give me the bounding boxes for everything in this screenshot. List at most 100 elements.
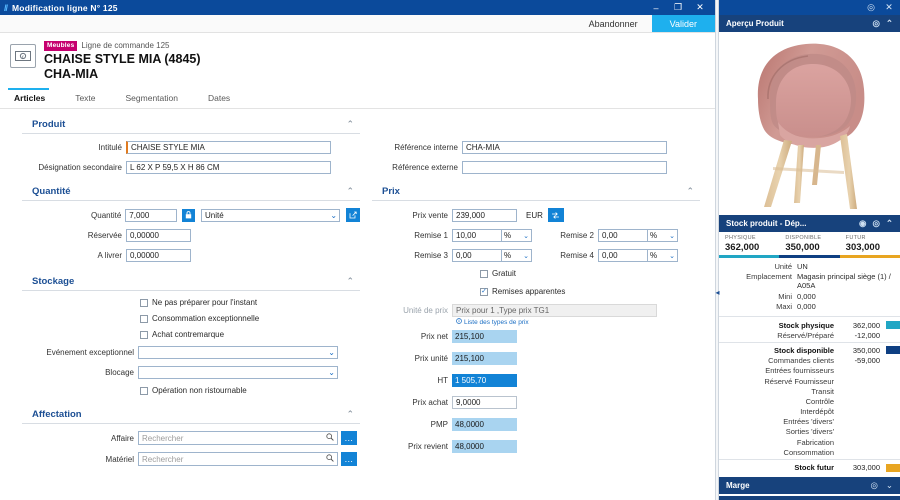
gear-icon[interactable]: ◎	[872, 18, 879, 29]
materiel-search-input[interactable]: Rechercher	[138, 452, 338, 467]
section-quantite-header[interactable]: Quantité ⌃	[22, 184, 360, 202]
tab-segmentation[interactable]: Segmentation	[124, 89, 192, 108]
ref-interne-input[interactable]: CHA-MIA	[462, 141, 667, 155]
unite-select[interactable]: Unité ⌄	[200, 208, 341, 222]
apercu-produit-title: Aperçu Produit	[726, 19, 784, 28]
checkbox-label: Achat contremarque	[152, 330, 225, 340]
stock-row-interdepot: Interdépôt	[719, 407, 900, 417]
alivrer-input[interactable]: 0,00000	[126, 249, 191, 263]
window-controls: – ❐ ✕	[645, 0, 711, 15]
currency-exchange-icon[interactable]	[547, 208, 564, 223]
liste-types-prix-link[interactable]: Liste des types de prix	[372, 318, 700, 326]
marge-header[interactable]: Marge ◎ ⌄	[719, 476, 900, 494]
tab-texte[interactable]: Texte	[73, 89, 109, 108]
field-blocage: Blocage ⌄	[22, 366, 360, 380]
panel-splitter[interactable]: ◂	[714, 0, 721, 500]
checkbox-ne-pas-preparer[interactable]: Ne pas préparer pour l'instant	[22, 298, 360, 307]
gear-icon[interactable]: ◎	[862, 2, 880, 13]
checkbox-achat-contremarque[interactable]: Achat contremarque	[22, 330, 360, 339]
remise3-unit-select[interactable]: % ⌄	[502, 249, 532, 263]
remise3-unit: %	[504, 251, 512, 261]
remise2-input[interactable]: 0,00	[598, 229, 648, 243]
stock-row-label: Entrées fournisseurs	[765, 366, 834, 376]
magnifier-icon[interactable]	[326, 454, 334, 464]
field-prix-net: Prix net 215,100	[372, 330, 700, 344]
chevron-up-icon[interactable]: ⌃	[886, 218, 893, 229]
prix-achat-label: Prix achat	[412, 398, 448, 408]
field-remise-1-2: Remise 1 10,00 % ⌄ Remise 2 0,00 % ⌄	[372, 229, 700, 243]
chevron-down-icon[interactable]: ⌄	[886, 480, 893, 491]
remise1-input[interactable]: 10,00	[452, 229, 502, 243]
meta-row-unite: Unité UN	[719, 262, 894, 271]
checkbox-gratuit[interactable]: Gratuit	[372, 269, 700, 278]
field-unite-de-prix: Unité de prix Prix pour 1 ,Type prix TG1	[372, 304, 700, 318]
checkbox-label: Consommation exceptionnelle	[152, 314, 260, 324]
chevron-up-icon[interactable]: ⌃	[346, 410, 354, 419]
document-header: € Meubles Ligne de commande 125 CHAISE S…	[0, 33, 715, 83]
remise3-input[interactable]: 0,00	[452, 249, 502, 263]
prix-net-value: 215,100	[452, 330, 517, 344]
derniere-vente-header[interactable]: Dernière vente ◎ ⌄	[719, 495, 900, 500]
close-icon[interactable]: ✕	[880, 2, 898, 13]
checkbox-remises-apparentes[interactable]: Remises apparentes	[372, 287, 700, 296]
field-reference-interne: Référence interne CHA-MIA	[372, 141, 700, 155]
minimize-icon[interactable]: –	[645, 0, 667, 15]
tab-articles[interactable]: Articles	[7, 88, 59, 108]
stock-row-bar	[886, 397, 900, 405]
chevron-up-icon[interactable]: ⌃	[346, 120, 354, 129]
checkbox-icon	[140, 314, 148, 323]
abandonner-button[interactable]: Abandonner	[574, 15, 652, 32]
lock-icon[interactable]	[181, 208, 195, 222]
evenement-select[interactable]: ⌄	[138, 346, 338, 360]
section-affectation-header[interactable]: Affectation ⌃	[22, 407, 360, 425]
kpi-physique-value: 362,000	[725, 242, 760, 253]
remise2-unit-select[interactable]: % ⌄	[648, 229, 678, 243]
section-produit-header[interactable]: Produit ⌃	[22, 117, 360, 135]
affaire-more-button[interactable]: …	[341, 431, 357, 446]
chevron-down-icon: ⌄	[523, 252, 529, 260]
remise1-unit-select[interactable]: % ⌄	[502, 229, 532, 243]
section-affectation: Affectation ⌃ Affaire Rechercher … Matér…	[22, 407, 360, 467]
checkbox-operation-non-ristournable[interactable]: Opération non ristournable	[22, 386, 360, 395]
affaire-search-input[interactable]: Rechercher	[138, 431, 338, 446]
chevron-up-icon[interactable]: ⌃	[886, 18, 893, 29]
collapse-panel-icon[interactable]: ◂	[714, 288, 721, 297]
section-prix-header[interactable]: Prix ⌃	[372, 184, 700, 202]
ref-externe-input[interactable]	[462, 161, 667, 175]
tab-dates[interactable]: Dates	[206, 89, 244, 108]
valider-button[interactable]: Valider	[651, 15, 715, 32]
blocage-select[interactable]: ⌄	[138, 366, 338, 380]
chevron-up-icon[interactable]: ⌃	[686, 187, 694, 196]
prix-achat-input[interactable]: 9,0000	[452, 396, 517, 410]
reservee-input[interactable]: 0,00000	[126, 229, 191, 243]
intitule-input[interactable]: CHAISE STYLE MIA	[126, 141, 331, 155]
checkbox-consommation-exceptionnelle[interactable]: Consommation exceptionnelle	[22, 314, 360, 323]
materiel-more-button[interactable]: …	[341, 452, 357, 467]
edit-square-icon[interactable]	[346, 208, 361, 223]
stock-row-bar	[886, 408, 900, 416]
designation-input[interactable]: L 62 X P 59,5 X H 86 CM	[126, 161, 331, 175]
prix-vente-input[interactable]: 239,000	[452, 208, 517, 222]
chevron-up-icon[interactable]: ⌃	[346, 277, 354, 286]
remise4-unit-select[interactable]: % ⌄	[648, 249, 678, 263]
section-stockage-header[interactable]: Stockage ⌃	[22, 274, 360, 292]
chevron-up-icon[interactable]: ⌃	[346, 187, 354, 196]
field-reference-externe: Référence externe	[372, 161, 700, 175]
gear-icon[interactable]: ◎	[870, 480, 877, 491]
stock-kpi-row: PHYSIQUE 362,000 DISPONIBLE 350,000 FUTU…	[719, 232, 900, 258]
tab-bar: Articles Texte Segmentation Dates	[0, 88, 715, 110]
stock-produit-header[interactable]: Stock produit - Dép... ◉ ◎ ⌃	[719, 215, 900, 232]
stock-row-value: 350,000	[852, 345, 880, 355]
apercu-produit-header[interactable]: Aperçu Produit ◎ ⌃	[719, 15, 900, 32]
eye-icon[interactable]: ◉	[859, 218, 866, 229]
magnifier-icon[interactable]	[326, 433, 334, 443]
page-reference: CHA-MIA	[44, 67, 99, 82]
stock-row-reserve-fournisseur: Réservé Fournisseur	[719, 376, 900, 386]
maximize-icon[interactable]: ❐	[667, 0, 689, 15]
gear-icon[interactable]: ◎	[872, 218, 879, 229]
quantite-input[interactable]: 7,000	[125, 208, 177, 222]
remise4-input[interactable]: 0,00	[598, 249, 648, 263]
stock-row-futur: Stock futur 303,000	[719, 462, 900, 472]
close-icon[interactable]: ✕	[689, 0, 711, 15]
stock-row-label: Stock disponible	[773, 345, 834, 355]
